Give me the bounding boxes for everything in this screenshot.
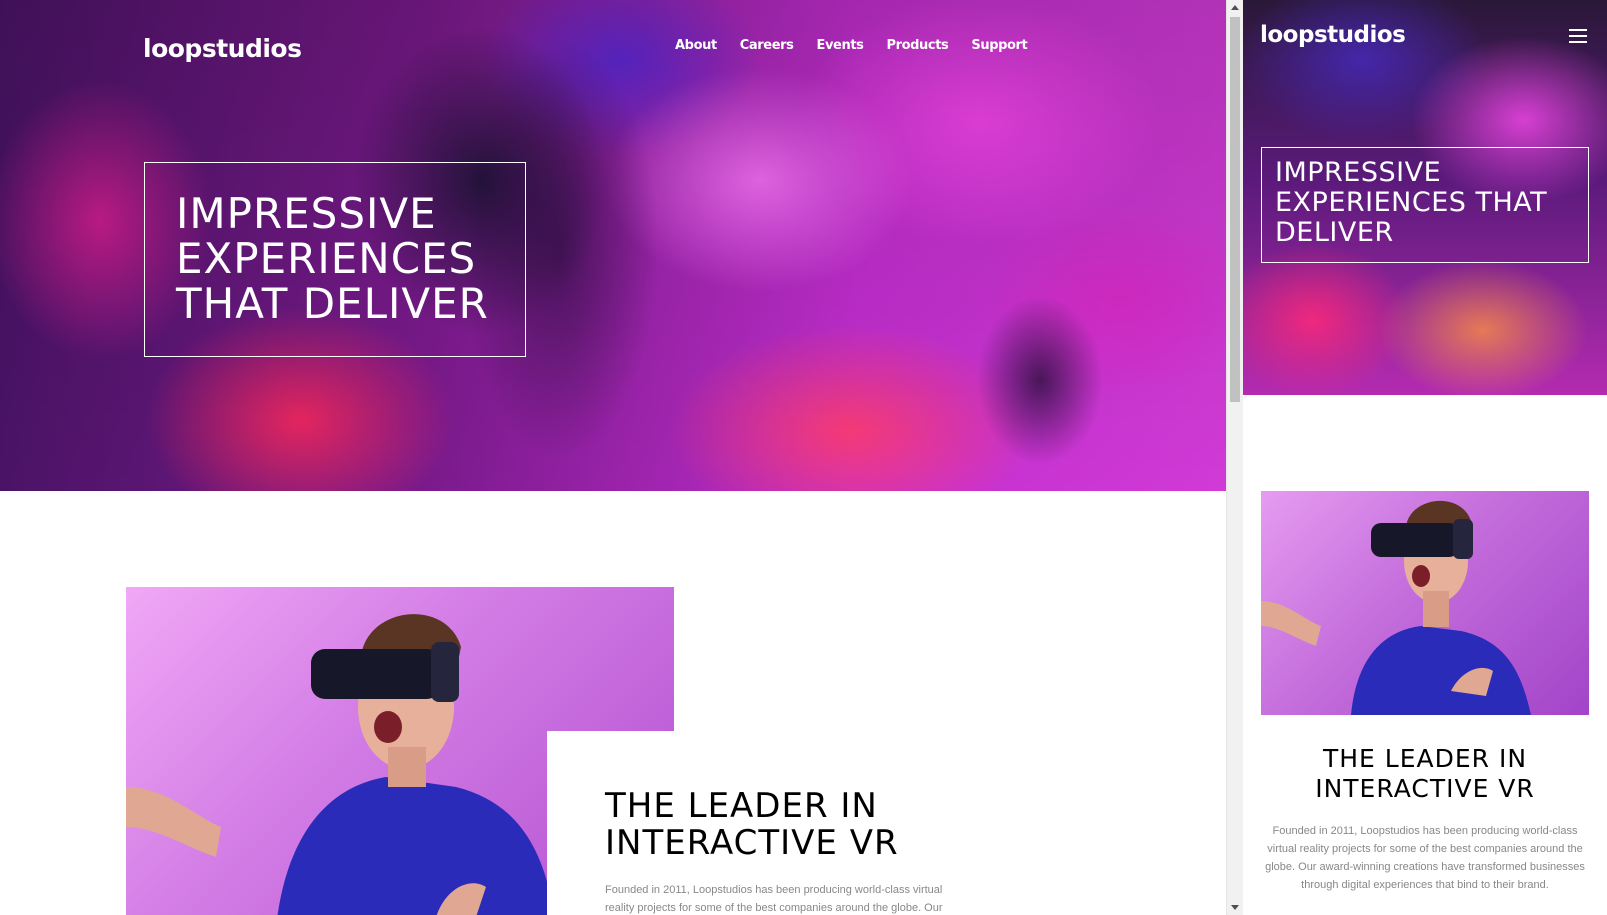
scrollbar-thumb[interactable] xyxy=(1230,17,1240,402)
mobile-hero-title: IMPRESSIVE EXPERIENCES THAT DELIVER xyxy=(1275,157,1548,248)
mobile-vr-person-illustration xyxy=(1261,500,1531,715)
nav-item-about[interactable]: About xyxy=(675,38,717,53)
mobile-vr-person-image xyxy=(1261,491,1589,715)
hero-title: IMPRESSIVE EXPERIENCES THAT DELIVER xyxy=(176,189,489,328)
mobile-intro-title: THE LEADER IN INTERACTIVE VR xyxy=(1315,744,1535,803)
intro-title: THE LEADER IN INTERACTIVE VR xyxy=(605,786,899,863)
nav-item-events[interactable]: Events xyxy=(817,38,864,53)
mobile-view: loopstudios IMPRESSIVE EXPERIENCES THAT … xyxy=(1243,0,1607,915)
mobile-hero-title-box: IMPRESSIVE EXPERIENCES THAT DELIVER xyxy=(1261,147,1589,263)
hero-section: loopstudios About Careers Events Product… xyxy=(0,0,1226,491)
desktop-view: loopstudios About Careers Events Product… xyxy=(0,0,1226,915)
mobile-logo[interactable]: loopstudios xyxy=(1260,22,1406,48)
hamburger-icon[interactable] xyxy=(1569,29,1587,43)
intro-card: THE LEADER IN INTERACTIVE VR Founded in … xyxy=(547,731,967,915)
scrollbar[interactable] xyxy=(1226,0,1243,915)
mobile-intro-body: Founded in 2011, Loopstudios has been pr… xyxy=(1265,825,1585,891)
main-nav: About Careers Events Products Support xyxy=(675,38,1028,53)
intro-body: Founded in 2011, Loopstudios has been pr… xyxy=(605,884,943,914)
nav-item-support[interactable]: Support xyxy=(971,38,1027,53)
nav-item-products[interactable]: Products xyxy=(886,38,948,53)
scroll-up-arrow-icon[interactable] xyxy=(1231,5,1239,10)
scroll-down-arrow-icon[interactable] xyxy=(1231,905,1239,910)
nav-item-careers[interactable]: Careers xyxy=(740,38,794,53)
hero-title-box: IMPRESSIVE EXPERIENCES THAT DELIVER xyxy=(144,162,526,357)
mobile-hero-section: loopstudios IMPRESSIVE EXPERIENCES THAT … xyxy=(1243,0,1607,395)
logo[interactable]: loopstudios xyxy=(143,34,302,63)
